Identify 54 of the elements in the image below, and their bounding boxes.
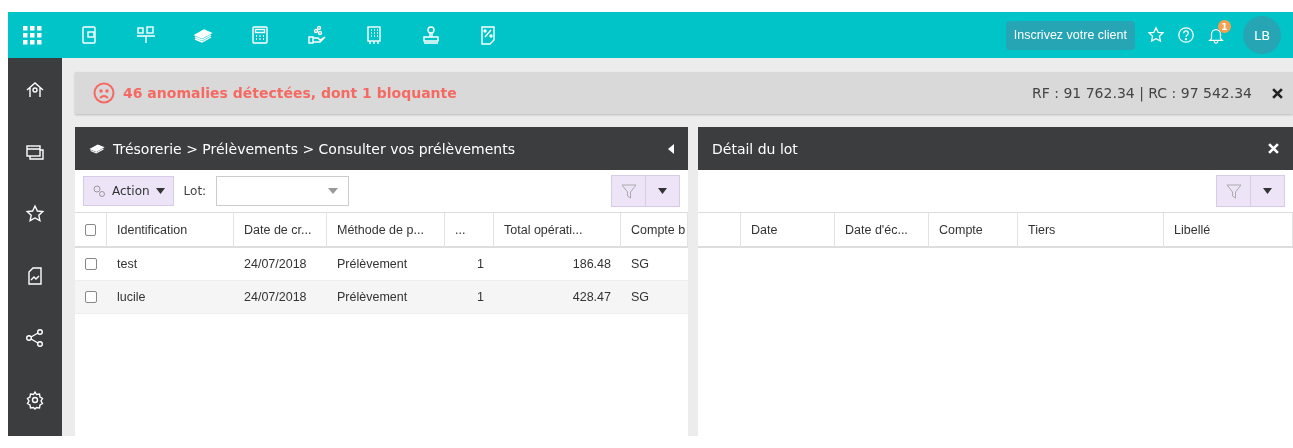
column-header[interactable]: Libellé bbox=[1164, 213, 1293, 248]
home-icon[interactable] bbox=[25, 80, 45, 100]
column-header[interactable]: Compte b bbox=[621, 213, 688, 248]
panel-title: Détail du lot bbox=[712, 140, 798, 157]
table-cell: 428.47 bbox=[494, 281, 621, 314]
column-header[interactable]: Date de cr... bbox=[234, 213, 327, 248]
sad-face-icon bbox=[93, 82, 115, 104]
filter-icon[interactable] bbox=[620, 183, 637, 199]
caret-icon[interactable] bbox=[1263, 188, 1272, 194]
table-cell: lucile bbox=[107, 281, 234, 314]
notification-badge: 1 bbox=[1218, 20, 1231, 33]
column-header[interactable]: Date bbox=[741, 213, 835, 248]
percent-document-icon[interactable] bbox=[478, 25, 498, 45]
select-all-checkbox[interactable] bbox=[85, 223, 96, 236]
table-cell: 24/07/2018 bbox=[234, 281, 327, 314]
action-button[interactable]: Action bbox=[83, 176, 174, 206]
column-header[interactable]: Tiers bbox=[1018, 213, 1164, 248]
calculator-icon[interactable] bbox=[250, 25, 270, 45]
caret-icon bbox=[328, 188, 339, 194]
table-cell: SG bbox=[621, 281, 688, 314]
chart-document-icon[interactable] bbox=[25, 266, 45, 286]
caret-icon bbox=[155, 188, 165, 194]
balance-totals: RF : 91 762.34 | RC : 97 542.34 bbox=[1032, 85, 1252, 101]
lot-dropdown[interactable] bbox=[216, 176, 350, 206]
row-checkbox[interactable] bbox=[85, 258, 97, 270]
building-icon[interactable] bbox=[364, 25, 384, 45]
gear-icon bbox=[92, 184, 106, 198]
windows-icon[interactable] bbox=[25, 142, 45, 162]
stamp-icon[interactable] bbox=[421, 25, 441, 45]
column-header[interactable]: Date d'éc... bbox=[835, 213, 929, 248]
table-cell: Prélèvement bbox=[327, 281, 445, 314]
lot-label: Lot: bbox=[183, 184, 207, 198]
breadcrumb: Trésorerie > Prélèvements > Consulter vos prélèvements bbox=[113, 140, 515, 157]
star-icon[interactable] bbox=[25, 204, 45, 224]
help-icon[interactable] bbox=[1177, 26, 1195, 44]
hand-coins-icon[interactable] bbox=[307, 25, 327, 45]
star-icon[interactable] bbox=[1147, 26, 1165, 44]
filter-icon[interactable] bbox=[1225, 183, 1242, 199]
anomaly-message: 46 anomalies détectées, dont 1 bloquante bbox=[123, 85, 457, 101]
column-header[interactable]: Méthode de p... bbox=[327, 213, 445, 248]
wallet-icon[interactable] bbox=[79, 25, 99, 45]
close-icon[interactable] bbox=[1272, 87, 1283, 99]
apps-grid-icon[interactable] bbox=[22, 25, 42, 45]
org-chart-icon[interactable] bbox=[136, 25, 156, 45]
column-header[interactable]: Identification bbox=[107, 213, 234, 248]
column-header[interactable]: Compte bbox=[929, 213, 1018, 248]
column-header[interactable]: ... bbox=[445, 213, 494, 248]
table-cell: 1 bbox=[445, 281, 494, 314]
settings-icon[interactable] bbox=[25, 390, 45, 410]
column-header[interactable]: Total opérati... bbox=[494, 213, 621, 248]
share-icon[interactable] bbox=[25, 328, 45, 348]
row-checkbox[interactable] bbox=[85, 291, 97, 303]
collapse-icon[interactable] bbox=[668, 143, 674, 154]
caret-icon[interactable] bbox=[658, 188, 667, 194]
